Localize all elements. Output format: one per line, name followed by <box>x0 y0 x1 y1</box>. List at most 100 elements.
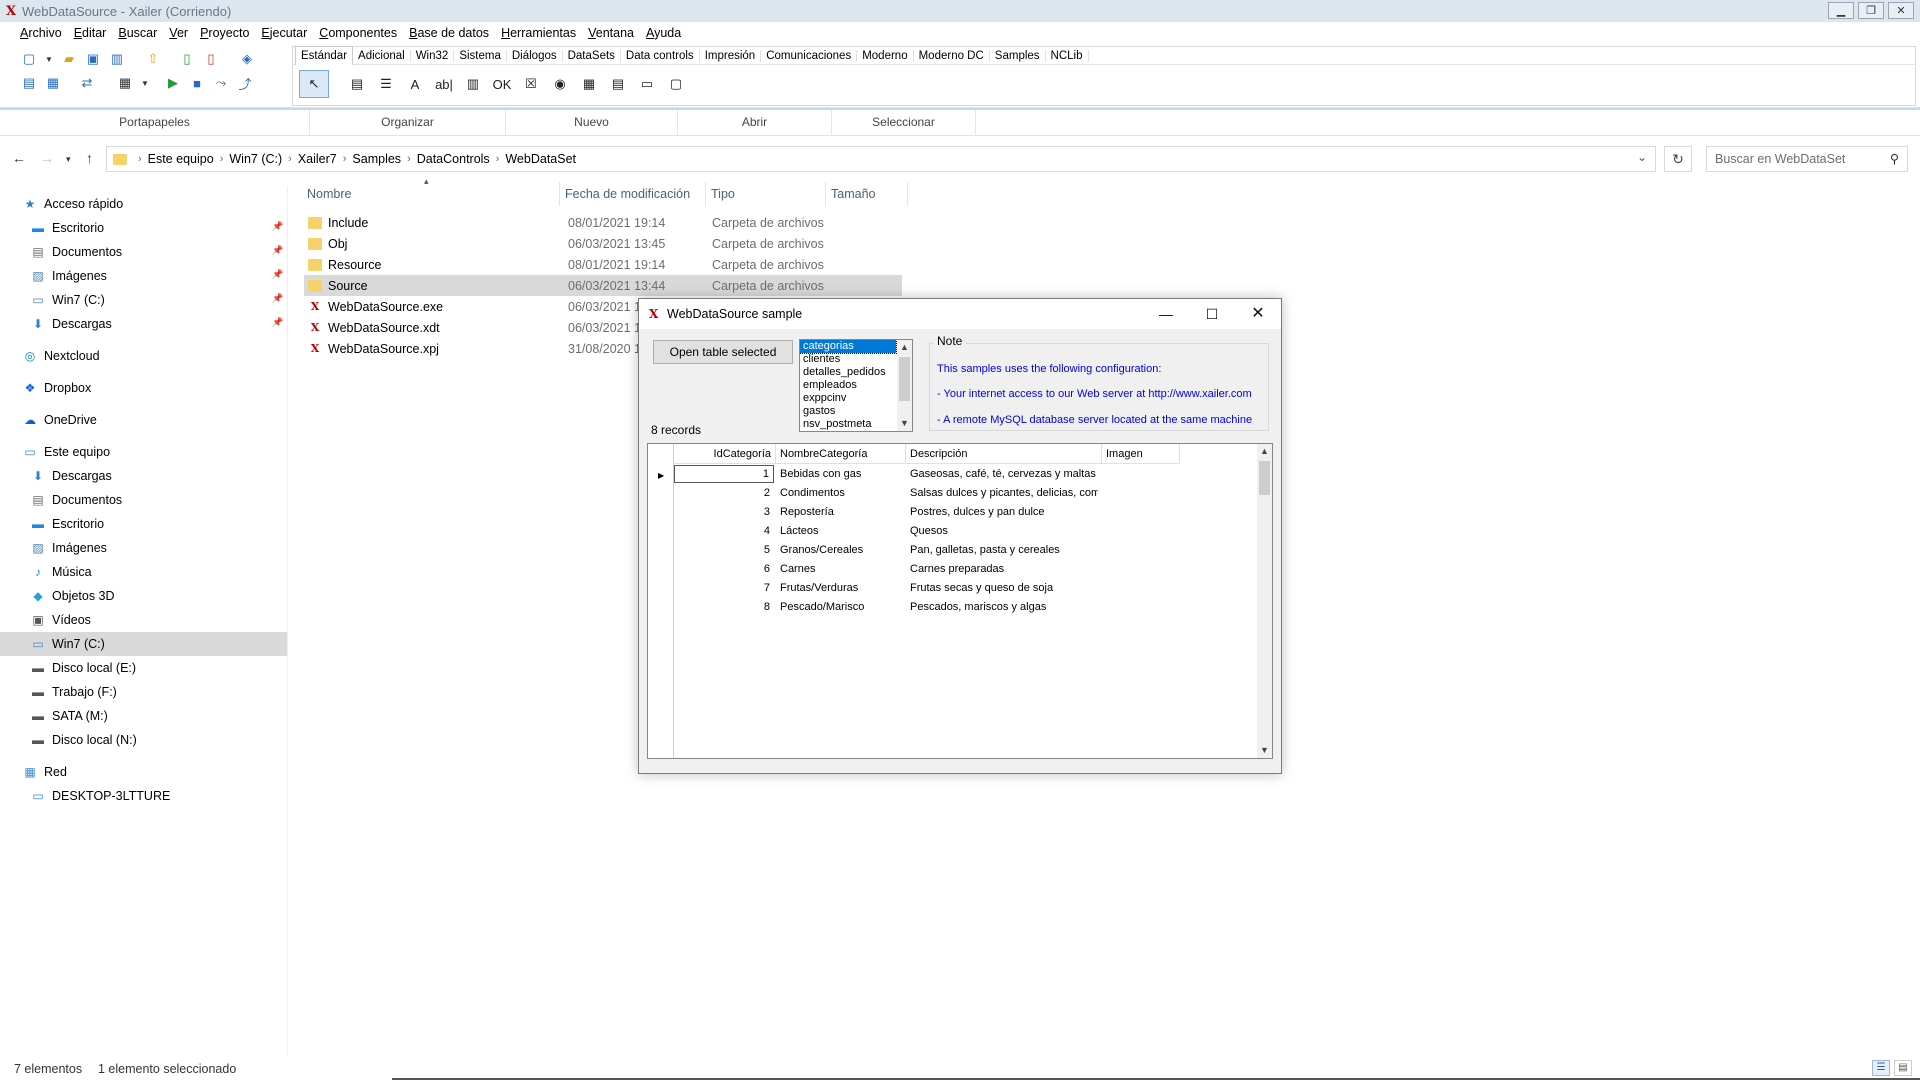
sidebar-item[interactable]: ▭ DESKTOP-3LTTURE <box>30 784 287 808</box>
sidebar-item[interactable]: ▤ Documentos <box>30 240 287 264</box>
breadcrumb-item[interactable]: Samples <box>347 152 406 166</box>
sidebar-item[interactable]: ▬ Escritorio <box>30 216 287 240</box>
sidebar-item[interactable]: ▬ Disco local (E:) <box>30 656 287 680</box>
grid-cell-id[interactable]: 7 <box>674 579 774 598</box>
sidebar-item[interactable]: ▬ SATA (M:) <box>30 704 287 728</box>
menu-item[interactable]: Ejecutar <box>255 26 313 40</box>
palette-tab[interactable]: Sistema <box>454 49 507 62</box>
grid-row[interactable]: 4 Lácteos Quesos <box>674 522 1254 541</box>
sidebar-item[interactable]: ▬ Disco local (N:) <box>30 728 287 752</box>
grid-cell-name[interactable]: Repostería <box>780 503 904 522</box>
breadcrumb-item[interactable]: DataControls <box>412 152 495 166</box>
grid-cell-description[interactable]: Pescados, mariscos y algas <box>910 598 1098 617</box>
sidebar-item[interactable]: ▨ Imágenes <box>30 536 287 560</box>
sidebar-item[interactable]: ▦ Red <box>22 760 287 784</box>
sidebar-item[interactable]: ▣ Vídeos <box>30 608 287 632</box>
label-icon[interactable]: A <box>404 73 426 95</box>
palette-tab[interactable]: Estándar <box>295 46 354 65</box>
file-row[interactable]: Obj 06/03/2021 13:45 Carpeta de archivos <box>304 233 902 254</box>
palette-tab[interactable]: Adicional <box>353 49 411 62</box>
tables-listbox[interactable]: categorias clientes detalles_pedidos emplea… <box>799 339 913 432</box>
scrollbar-icon[interactable]: ▭ <box>636 73 658 95</box>
table-list-item[interactable]: gastos <box>800 405 896 418</box>
grid-column-name[interactable]: NombreCategoría <box>776 444 906 464</box>
palette-tab[interactable]: Data controls <box>621 49 700 62</box>
scroll-up-icon[interactable]: ▲ <box>897 340 912 355</box>
column-modified[interactable]: Fecha de modificación <box>560 182 706 206</box>
file-name-cell[interactable]: X WebDataSource.exe <box>304 300 564 314</box>
popupmenu-icon[interactable]: ☰ <box>375 73 397 95</box>
menu-item[interactable]: Ventana <box>582 26 640 40</box>
grid-icon[interactable]: ▦ <box>116 74 134 92</box>
column-size[interactable]: Tamaño <box>826 182 908 206</box>
sidebar-item[interactable]: ⬇ Descargas <box>30 312 287 336</box>
unit-icon[interactable]: ▦ <box>44 74 62 92</box>
table-list-item[interactable]: categorias <box>800 340 897 354</box>
sidebar-item[interactable]: ◎ Nextcloud <box>22 344 287 368</box>
palette-tab[interactable]: Samples <box>990 49 1046 62</box>
tiles-view-icon[interactable]: ▤ <box>1894 1060 1912 1076</box>
breadcrumb-item[interactable]: WebDataSet <box>500 152 581 166</box>
scroll-thumb[interactable] <box>1259 461 1270 495</box>
grid-scrollbar[interactable]: ▲ ▼ <box>1257 444 1272 758</box>
grid-cell-id[interactable]: 3 <box>674 503 774 522</box>
project-icon[interactable]: ◈ <box>238 50 256 68</box>
address-bar[interactable]: › Este equipo › Win7 (C:) › Xailer7 › Samples › D… <box>106 146 1656 172</box>
grid-cell-description[interactable]: Quesos <box>910 522 1098 541</box>
grid-column-image[interactable]: Imagen <box>1102 444 1180 464</box>
menu-item[interactable]: Base de datos <box>403 26 495 40</box>
sidebar-item[interactable]: ♪ Música <box>30 560 287 584</box>
ribbon-group-select[interactable]: Seleccionar <box>832 110 976 136</box>
breadcrumb-item[interactable]: Este equipo <box>143 152 219 166</box>
listbox-icon[interactable]: ▦ <box>578 73 600 95</box>
menu-item[interactable]: Herramientas <box>495 26 582 40</box>
details-view-icon[interactable]: ☰ <box>1872 1060 1890 1076</box>
scroll-down-icon[interactable]: ▼ <box>1257 743 1272 758</box>
menu-item[interactable]: Buscar <box>112 26 163 40</box>
palette-tab[interactable]: Impresión <box>700 49 762 62</box>
menu-item[interactable]: Componentes <box>313 26 403 40</box>
grid-cell-id[interactable]: 4 <box>674 522 774 541</box>
grid-column-id[interactable]: IdCategoría <box>674 444 776 464</box>
ribbon-group-new[interactable]: Nuevo <box>506 110 678 136</box>
grid-row[interactable]: 2 Condimentos Salsas dulces y picantes, de… <box>674 484 1254 503</box>
breadcrumb-item[interactable]: Xailer7 <box>293 152 342 166</box>
close-icon[interactable]: ✕ <box>1888 2 1914 19</box>
grid-dropdown-icon[interactable]: ▼ <box>136 74 154 92</box>
sidebar-item[interactable]: ▭ Win7 (C:) <box>30 288 287 312</box>
edit-icon[interactable]: ab| <box>433 73 455 95</box>
file-name-cell[interactable]: Resource <box>304 258 564 272</box>
sidebar-item[interactable]: ▨ Imágenes <box>30 264 287 288</box>
radio-icon[interactable]: ◉ <box>549 73 571 95</box>
address-dropdown-icon[interactable]: ⌄ <box>1637 150 1647 164</box>
grid-cell-name[interactable]: Carnes <box>780 560 904 579</box>
sidebar-item[interactable]: ☁ OneDrive <box>22 408 287 432</box>
grid-cell-description[interactable]: Postres, dulces y pan dulce <box>910 503 1098 522</box>
forward-arrow-icon[interactable]: → <box>40 150 54 166</box>
toggle-icon[interactable]: ⇄ <box>78 74 96 92</box>
grid-cell-id[interactable]: 1 <box>674 465 774 483</box>
open-table-button[interactable]: Open table selected <box>653 340 793 364</box>
trace-icon[interactable]: ⤴ <box>236 74 254 92</box>
grid-cell-description[interactable]: Frutas secas y queso de soja <box>910 579 1098 598</box>
mainmenu-icon[interactable]: ▤ <box>346 73 368 95</box>
grid-cell-id[interactable]: 8 <box>674 598 774 617</box>
file-name-cell[interactable]: Include <box>304 216 564 230</box>
table-list-item[interactable]: detalles_pedidos <box>800 366 896 379</box>
dialog-close-icon[interactable]: ✕ <box>1235 299 1281 329</box>
ribbon-group-organize[interactable]: Organizar <box>310 110 506 136</box>
search-input[interactable]: Buscar en WebDataSet ⚲ <box>1706 146 1908 172</box>
sidebar-item[interactable]: ❖ Dropbox <box>22 376 287 400</box>
grid-cell-name[interactable]: Bebidas con gas <box>780 465 904 484</box>
dialog-maximize-icon[interactable]: ☐ <box>1189 299 1235 329</box>
sidebar-item[interactable]: ★ Acceso rápido <box>22 192 287 216</box>
table-list-item[interactable]: clientes <box>800 353 896 366</box>
sidebar-item[interactable]: ⬇ Descargas <box>30 464 287 488</box>
save-all-icon[interactable]: ▥ <box>108 50 126 68</box>
grid-row[interactable]: 6 Carnes Carnes preparadas <box>674 560 1254 579</box>
open-folder-icon[interactable]: ▰ <box>60 50 78 68</box>
step-icon[interactable]: ⤳ <box>212 74 230 92</box>
combobox-icon[interactable]: ▤ <box>607 73 629 95</box>
new-file-icon[interactable]: ▢ <box>20 50 38 68</box>
restore-icon[interactable]: ❐ <box>1858 2 1884 19</box>
